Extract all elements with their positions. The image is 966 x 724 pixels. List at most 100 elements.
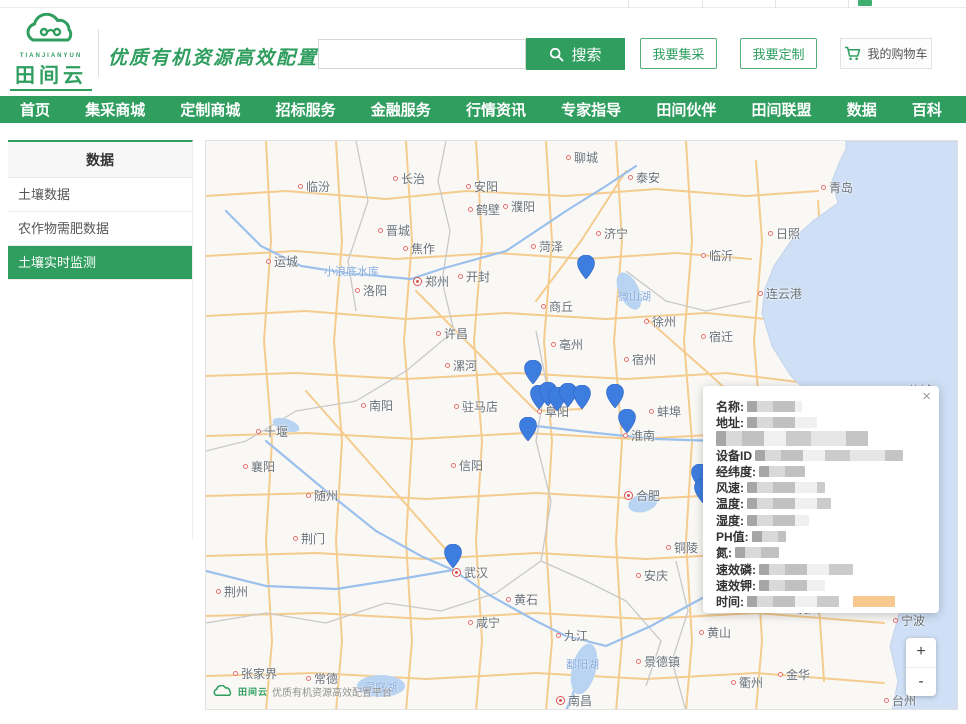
- group-buy-button[interactable]: 我要集采: [640, 38, 717, 69]
- map-city: 青岛: [821, 179, 853, 196]
- map-city: 合肥: [624, 487, 660, 504]
- city-dot-icon: [503, 204, 508, 209]
- map-city: 济宁: [596, 225, 628, 242]
- popup-row: 名称:: [716, 398, 929, 414]
- city-label: 洛阳: [363, 284, 388, 298]
- popup-field-label: 名称:: [716, 399, 744, 414]
- map-city: 衢州: [731, 674, 763, 691]
- map-city: 洛阳: [355, 282, 387, 299]
- search-button[interactable]: 搜索: [526, 38, 625, 70]
- attribution-cloud-icon: [213, 685, 232, 697]
- monitor-station-pin-icon[interactable]: [618, 408, 636, 434]
- city-label: 十堰: [264, 425, 289, 439]
- city-label: 安阳: [474, 180, 499, 194]
- sidebar-item[interactable]: 土壤实时监测: [8, 246, 192, 280]
- city-dot-icon: [556, 696, 565, 705]
- redacted-value: [759, 579, 825, 591]
- city-dot-icon: [623, 433, 628, 438]
- sidebar-item[interactable]: 农作物需肥数据: [8, 212, 192, 246]
- popup-row: [716, 431, 929, 447]
- redacted-value: [747, 596, 839, 608]
- city-dot-icon: [596, 231, 601, 236]
- city-dot-icon: [452, 568, 461, 577]
- city-label: 武汉: [464, 566, 489, 580]
- map-city: 信阳: [451, 457, 483, 474]
- redacted-value: [716, 431, 868, 447]
- popup-row: 设备ID: [716, 447, 929, 463]
- popup-row: PH值:: [716, 528, 929, 544]
- nav-item-定制商城[interactable]: 定制商城: [180, 99, 240, 120]
- nav-item-招标服务[interactable]: 招标服务: [276, 99, 336, 120]
- popup-row: 温度:: [716, 496, 929, 512]
- nav-item-集采商城[interactable]: 集采商城: [85, 99, 145, 120]
- redacted-value-highlight: [853, 596, 895, 608]
- city-dot-icon: [403, 246, 408, 251]
- close-icon[interactable]: ×: [922, 389, 931, 405]
- city-dot-icon: [293, 536, 298, 541]
- map-city: 十堰: [256, 423, 288, 440]
- redacted-value: [751, 531, 786, 543]
- city-label: 济宁: [604, 227, 629, 241]
- map-canvas[interactable]: 临汾 长治 安阳 鹤壁 濮阳 聊城 泰安 青岛 晋城 焦作 菏泽 济宁 日照 临沂 运城 洛阳 郑州 开封 商丘 徐州…: [205, 140, 958, 710]
- zoom-out-button[interactable]: -: [906, 666, 936, 697]
- nav-item-数据[interactable]: 数据: [847, 99, 877, 120]
- city-dot-icon: [436, 331, 441, 336]
- popup-row: 经纬度:: [716, 463, 929, 479]
- city-label: 郑州: [425, 275, 450, 289]
- map-city: 随州: [306, 487, 338, 504]
- nav-item-百科[interactable]: 百科: [912, 99, 942, 120]
- water-label: 小浪底水库: [324, 266, 379, 278]
- search-input[interactable]: [318, 39, 526, 69]
- monitor-station-pin-icon[interactable]: [577, 254, 595, 280]
- map-city: 长治: [393, 170, 425, 187]
- nav-item-金融服务[interactable]: 金融服务: [371, 99, 431, 120]
- city-label: 宿迁: [709, 330, 734, 344]
- city-label: 衢州: [739, 676, 764, 690]
- sidebar-item[interactable]: 土壤数据: [8, 178, 192, 212]
- city-dot-icon: [644, 319, 649, 324]
- zoom-in-button[interactable]: +: [906, 638, 936, 667]
- city-label: 景德镇: [644, 655, 681, 669]
- city-label: 连云港: [766, 287, 803, 301]
- city-dot-icon: [468, 620, 473, 625]
- nav-item-行情资讯[interactable]: 行情资讯: [466, 99, 526, 120]
- popup-row: 速效磷:: [716, 561, 929, 577]
- city-label: 许昌: [444, 327, 469, 341]
- city-label: 青岛: [829, 181, 854, 195]
- brand-logo[interactable]: TIANJIANYUN 田间云: [10, 12, 92, 91]
- city-label: 聊城: [574, 151, 599, 165]
- customize-label: 我要定制: [752, 47, 805, 62]
- city-label: 亳州: [559, 338, 584, 352]
- city-label: 长治: [401, 172, 426, 186]
- map-city: 宿迁: [701, 328, 733, 345]
- city-dot-icon: [413, 277, 422, 286]
- monitor-station-pin-icon[interactable]: [573, 384, 591, 410]
- monitor-station-pin-icon[interactable]: [519, 416, 537, 442]
- city-dot-icon: [393, 176, 398, 181]
- city-dot-icon: [768, 231, 773, 236]
- city-label: 临汾: [306, 180, 331, 194]
- search-icon: [550, 47, 564, 62]
- nav-item-专家指导[interactable]: 专家指导: [561, 99, 621, 120]
- nav-item-田间伙伴[interactable]: 田间伙伴: [656, 99, 716, 120]
- monitor-station-pin-icon[interactable]: [606, 383, 624, 409]
- city-dot-icon: [531, 244, 536, 249]
- city-dot-icon: [298, 184, 303, 189]
- monitor-station-pin-icon[interactable]: [524, 359, 542, 385]
- customize-button[interactable]: 我要定制: [740, 38, 817, 69]
- city-label: 商丘: [549, 300, 574, 314]
- cart-button[interactable]: 我的购物车: [840, 38, 932, 69]
- map-city: 亳州: [551, 336, 583, 353]
- city-label: 宁波: [901, 614, 926, 628]
- popup-field-label: 湿度:: [716, 513, 744, 528]
- city-label: 临沂: [709, 249, 734, 263]
- water-label: 微山湖: [618, 291, 651, 303]
- monitor-station-pin-icon[interactable]: [444, 543, 462, 569]
- city-dot-icon: [701, 253, 706, 258]
- sidebar-items: 土壤数据 农作物需肥数据 土壤实时监测: [8, 178, 192, 280]
- city-dot-icon: [758, 291, 763, 296]
- nav-item-田间联盟[interactable]: 田间联盟: [752, 99, 812, 120]
- map-city: 日照: [768, 225, 800, 242]
- city-dot-icon: [628, 175, 633, 180]
- nav-item-首页[interactable]: 首页: [20, 99, 50, 120]
